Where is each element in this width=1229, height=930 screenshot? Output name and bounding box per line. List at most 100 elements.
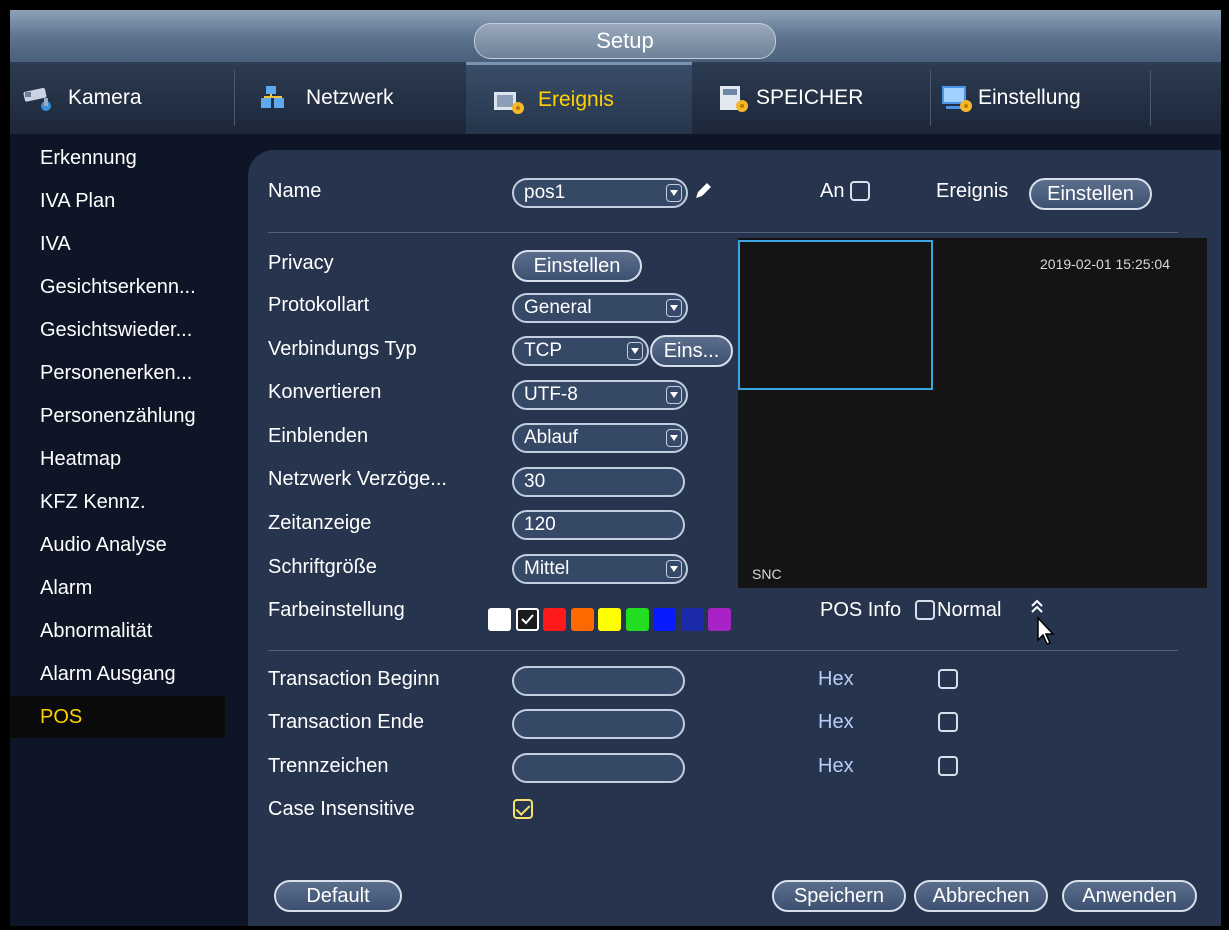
default-button[interactable]: Default — [274, 880, 402, 912]
protokollart-label: Protokollart — [268, 294, 370, 316]
tab-label: Ereignis — [538, 87, 614, 111]
netzwerk-verzoegerung-label: Netzwerk Verzöge... — [268, 468, 447, 490]
sidebar-item-pos[interactable]: POS — [10, 696, 225, 738]
privacy-einstellen-button[interactable]: Einstellen — [512, 250, 642, 282]
tab-label: Einstellung — [978, 86, 1081, 109]
trennzeichen-input[interactable] — [512, 753, 685, 783]
name-label: Name — [268, 180, 322, 202]
chevron-down-icon — [666, 386, 682, 404]
color-swatch[interactable] — [680, 608, 704, 631]
trennzeichen-label: Trennzeichen — [268, 755, 389, 777]
color-swatch[interactable] — [708, 608, 731, 631]
name-value: pos1 — [524, 182, 566, 203]
verbindungs-typ-label: Verbindungs Typ — [268, 338, 417, 360]
tab-kamera[interactable]: Kamera — [22, 62, 222, 134]
einblenden-label: Einblenden — [268, 425, 369, 447]
verbindungs-typ-select[interactable]: TCP — [512, 336, 649, 366]
camera-icon — [22, 84, 58, 112]
window-title: Setup — [474, 23, 776, 59]
netzwerk-verzoegerung-input[interactable]: 30 — [512, 467, 685, 497]
einblenden-select[interactable]: Ablauf — [512, 423, 688, 453]
sidebar-item-audio-analyse[interactable]: Audio Analyse — [10, 524, 225, 566]
apply-button[interactable]: Anwenden — [1062, 880, 1197, 912]
save-button[interactable]: Speichern — [772, 880, 906, 912]
color-swatch[interactable] — [625, 608, 649, 631]
transaction-beginn-hex-label: Hex — [818, 668, 854, 690]
konvertieren-select[interactable]: UTF-8 — [512, 380, 688, 410]
ereignis-einstellen-button[interactable]: Einstellen — [1029, 178, 1152, 210]
privacy-label: Privacy — [268, 252, 334, 274]
zeitanzeige-input[interactable]: 120 — [512, 510, 685, 540]
konvertieren-label: Konvertieren — [268, 381, 382, 403]
transaction-beginn-input[interactable] — [512, 666, 685, 696]
schriftgroesse-select[interactable]: Mittel — [512, 554, 688, 584]
farbeinstellung-label: Farbeinstellung — [268, 599, 405, 621]
sidebar-item-personenzaehlung[interactable]: Personenzählung — [10, 395, 225, 437]
ereignis-label: Ereignis — [936, 180, 1009, 202]
tab-label: Netzwerk — [306, 86, 394, 109]
transaction-beginn-label: Transaction Beginn — [268, 668, 440, 690]
storage-icon — [718, 84, 754, 112]
tab-einstellung[interactable]: Einstellung — [940, 62, 1150, 134]
divider — [268, 232, 1178, 233]
sidebar-item-erkennung[interactable]: Erkennung — [10, 137, 225, 179]
tab-speicher[interactable]: SPEICHER — [710, 62, 928, 134]
setup-window: Setup Kamera Netzwerk Ereignis SPEICHER … — [10, 10, 1221, 926]
an-label: An — [820, 180, 845, 202]
tab-label: Kamera — [68, 86, 142, 109]
color-swatch[interactable] — [653, 608, 676, 631]
sidebar-item-kfz-kennz[interactable]: KFZ Kennz. — [10, 481, 225, 523]
verbindungs-typ-value: TCP — [524, 340, 562, 361]
chevron-down-icon — [666, 184, 682, 202]
transaction-ende-input[interactable] — [512, 709, 685, 739]
trennzeichen-hex-checkbox[interactable] — [938, 756, 958, 776]
color-swatch[interactable] — [515, 608, 539, 631]
name-select[interactable]: pos1 — [512, 178, 688, 208]
chevron-down-icon — [666, 429, 682, 447]
mouse-cursor-icon — [1036, 616, 1058, 646]
preview-camera-label: SNC — [752, 566, 782, 582]
an-checkbox[interactable] — [850, 181, 870, 201]
color-swatch[interactable] — [488, 608, 511, 631]
sidebar-item-gesichtswiedererkennung[interactable]: Gesichtswieder... — [10, 309, 225, 351]
zeitanzeige-label: Zeitanzeige — [268, 512, 372, 534]
sidebar: Erkennung IVA Plan IVA Gesichtserkenn...… — [10, 134, 225, 926]
schriftgroesse-label: Schriftgröße — [268, 556, 377, 578]
konvertieren-value: UTF-8 — [524, 384, 578, 405]
cancel-button[interactable]: Abbrechen — [914, 880, 1048, 912]
sidebar-item-iva[interactable]: IVA — [10, 223, 225, 265]
case-insensitive-label: Case Insensitive — [268, 798, 415, 820]
tab-ereignis[interactable]: Ereignis — [466, 62, 692, 134]
sidebar-item-heatmap[interactable]: Heatmap — [10, 438, 225, 480]
chevron-down-icon — [666, 299, 682, 317]
chevron-down-icon — [627, 342, 643, 360]
schriftgroesse-value: Mittel — [524, 558, 570, 579]
transaction-ende-hex-checkbox[interactable] — [938, 712, 958, 732]
sidebar-item-alarm-ausgang[interactable]: Alarm Ausgang — [10, 653, 225, 695]
main-tab-bar: Kamera Netzwerk Ereignis SPEICHER Einste… — [10, 62, 1221, 134]
color-swatch[interactable] — [570, 608, 594, 631]
tab-label: SPEICHER — [756, 86, 864, 109]
preview-timestamp: 2019-02-01 15:25:04 — [1040, 256, 1170, 272]
normal-label: Normal — [937, 599, 1002, 621]
event-icon — [492, 86, 528, 114]
sidebar-item-iva-plan[interactable]: IVA Plan — [10, 180, 225, 222]
color-swatch[interactable] — [543, 608, 566, 631]
chevron-down-icon — [666, 560, 682, 578]
sidebar-item-alarm[interactable]: Alarm — [10, 567, 225, 609]
sidebar-item-gesichtserkennung[interactable]: Gesichtserkenn... — [10, 266, 225, 308]
pos-info-checkbox[interactable] — [915, 600, 935, 620]
color-swatch[interactable] — [598, 608, 621, 631]
title-bar: Setup — [10, 10, 1221, 62]
transaction-beginn-hex-checkbox[interactable] — [938, 669, 958, 689]
case-insensitive-checkbox[interactable] — [513, 799, 533, 819]
trennzeichen-hex-label: Hex — [818, 755, 854, 777]
tab-netzwerk[interactable]: Netzwerk — [260, 62, 460, 134]
sidebar-item-abnormalitaet[interactable]: Abnormalität — [10, 610, 225, 652]
protokollart-select[interactable]: General — [512, 293, 688, 323]
transaction-ende-label: Transaction Ende — [268, 711, 425, 733]
verbindungs-typ-einstellen-button[interactable]: Eins... — [650, 335, 733, 367]
edit-pencil-icon[interactable] — [692, 180, 714, 202]
preview-roi-box[interactable] — [738, 240, 933, 390]
sidebar-item-personenerkennung[interactable]: Personenerken... — [10, 352, 225, 394]
